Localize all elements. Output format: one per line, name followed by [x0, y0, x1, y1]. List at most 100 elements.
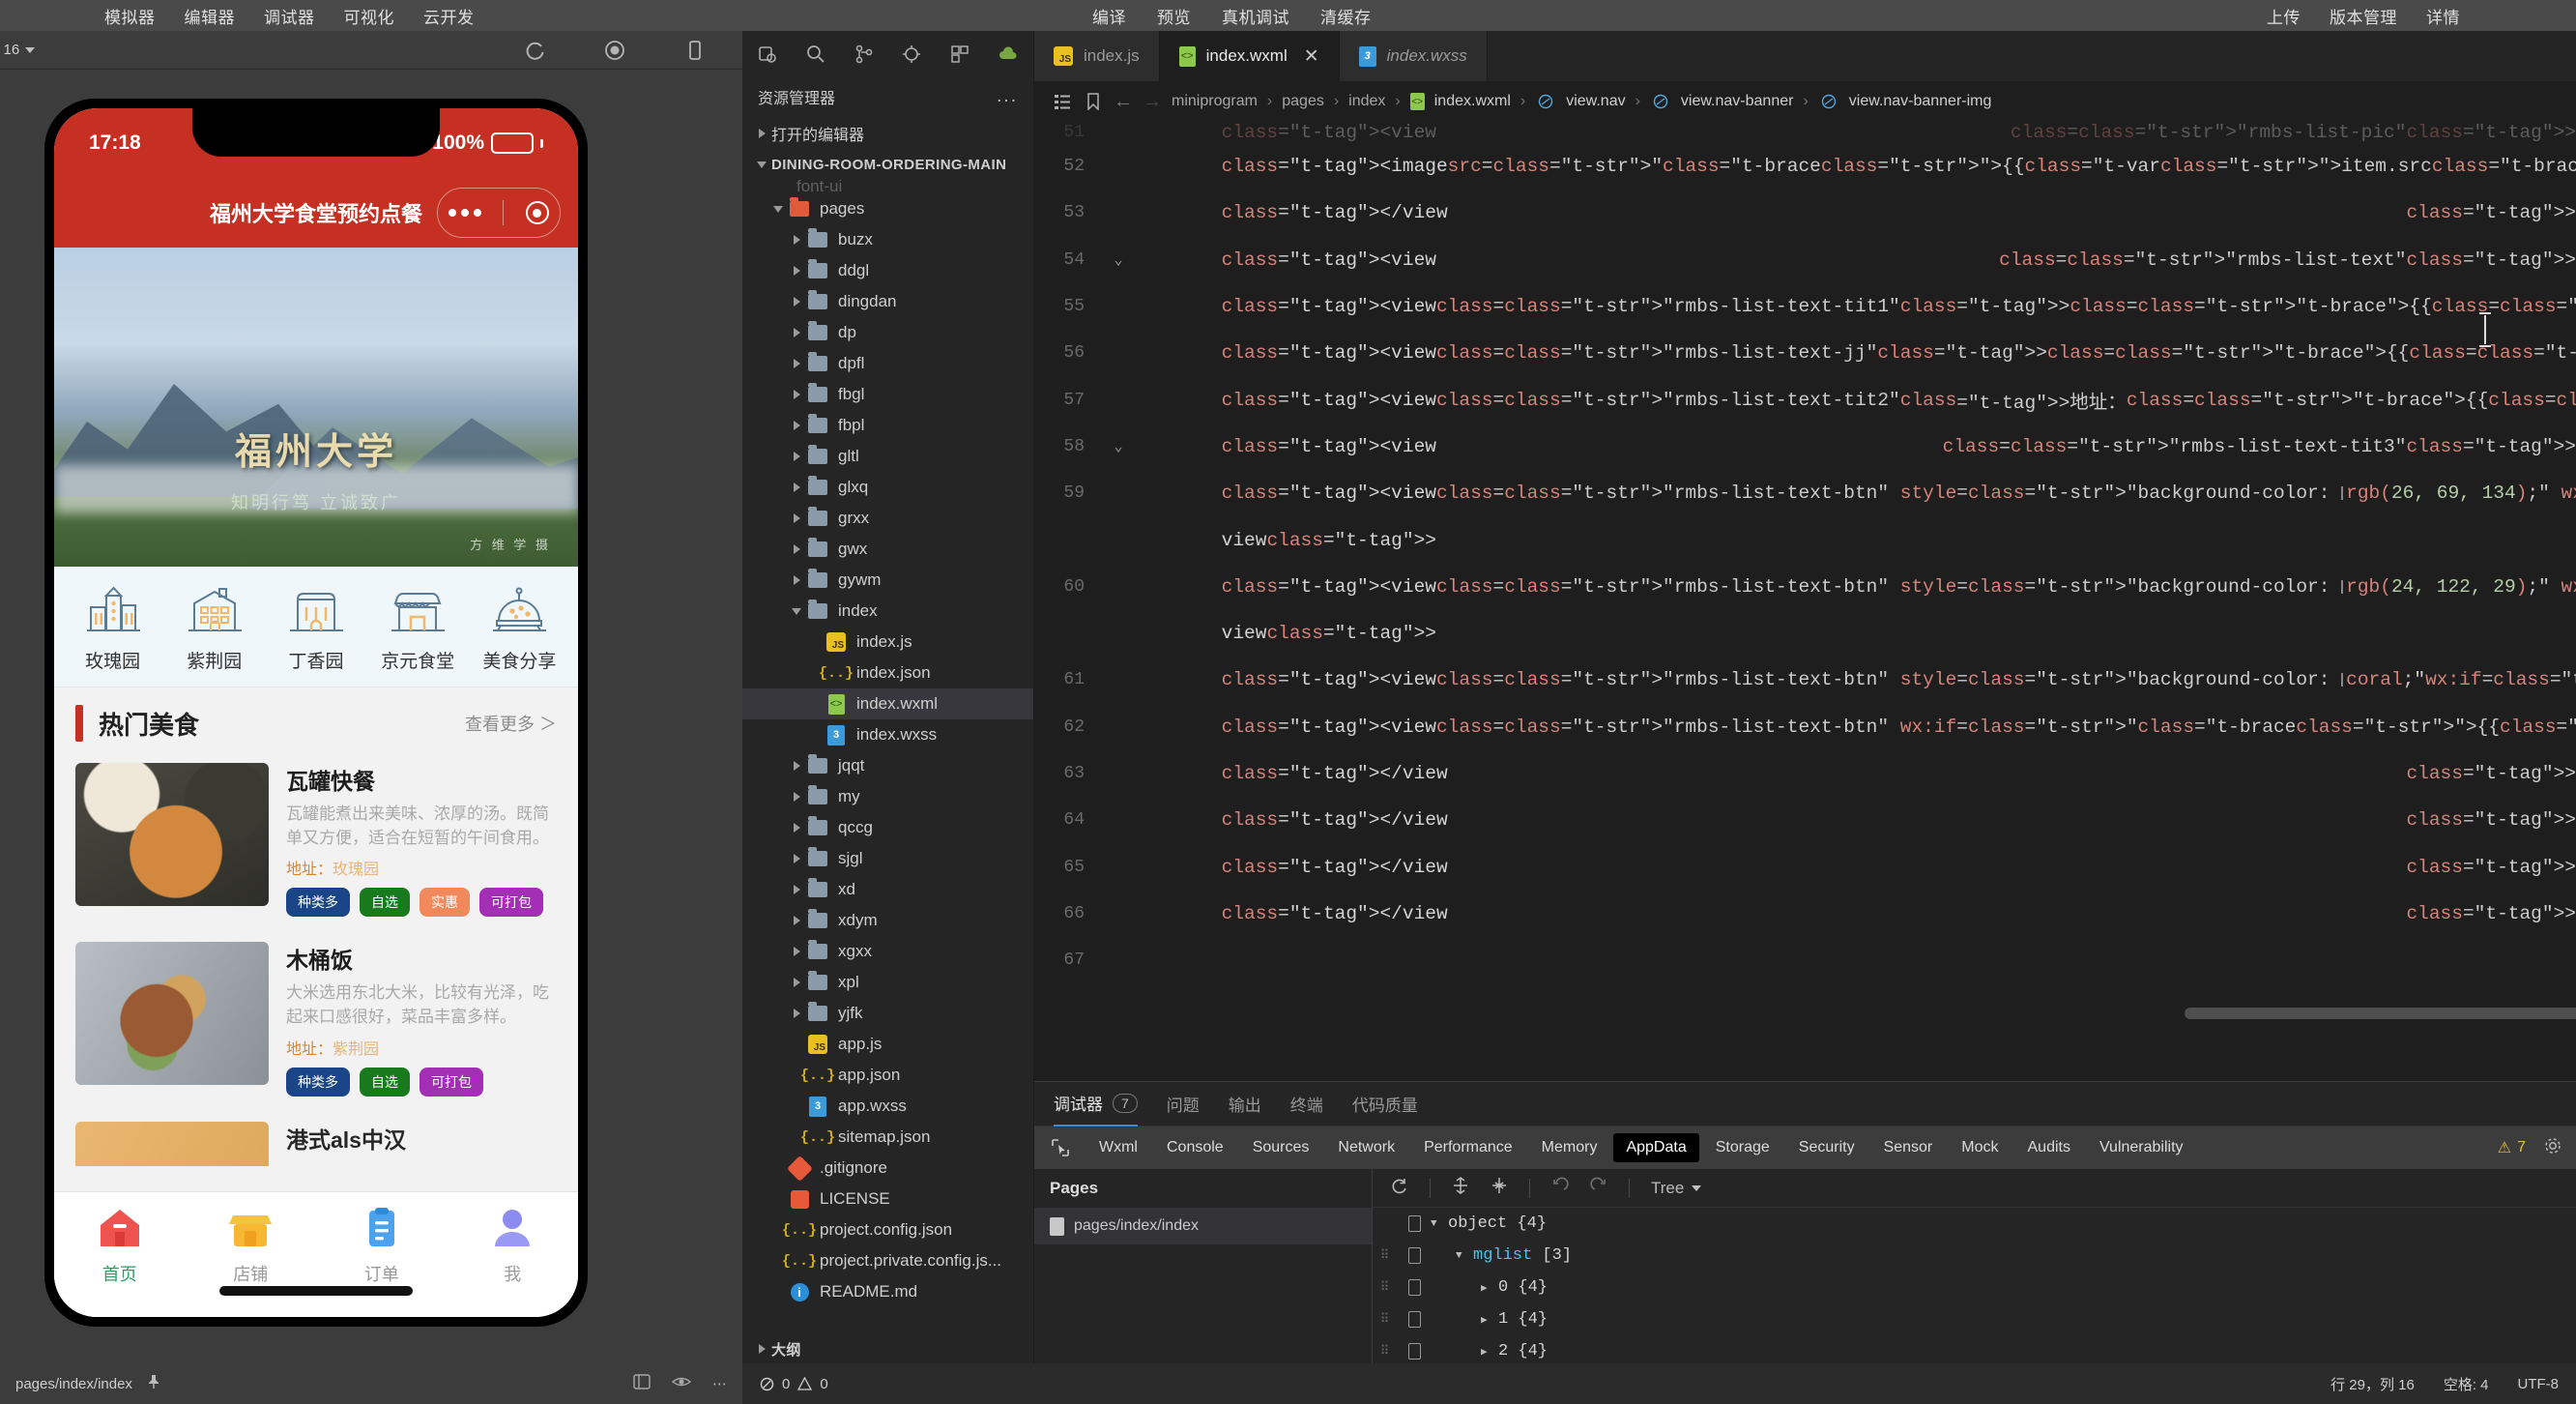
pin-icon[interactable]: [146, 1374, 161, 1393]
chevron-right-icon[interactable]: [787, 1009, 806, 1018]
chevron-right-icon[interactable]: [787, 544, 806, 554]
eye-icon[interactable]: [671, 1373, 692, 1394]
grid-item-meiguiyuan[interactable]: 玫瑰园: [63, 584, 163, 673]
code-area[interactable]: 51 class="t-tag"><view class = class ="t-st…: [1034, 122, 2576, 1027]
tree-item-index-json[interactable]: {..} index.json: [742, 658, 1033, 688]
list-item[interactable]: 木桶饭 大米选用东北大米，比较有光泽，吃起来口感很好，菜品丰富多样。 地址：紫荆…: [54, 932, 578, 1111]
grid-item-meishifenxiang[interactable]: 美食分享: [469, 584, 569, 673]
editor-tab-index-wxss[interactable]: 3 index.wxss: [1339, 31, 1488, 81]
code-line[interactable]: 58 ⌄ class="t-tag"><view class = class ="t-s…: [1034, 424, 2576, 470]
tree-item-yjfk[interactable]: yjfk: [742, 998, 1033, 1029]
chevron-right-icon[interactable]: [787, 823, 806, 833]
code-line[interactable]: 59 class="t-tag"><view class = class ="t-st…: [1034, 470, 2576, 516]
breadcrumb-view-nav-banner[interactable]: view.nav-banner: [1681, 93, 1794, 110]
navigate-back-icon[interactable]: ←: [1114, 91, 1133, 113]
code-line[interactable]: 57 class="t-tag"><view class = class ="t-st…: [1034, 376, 2576, 423]
tree-item-gwx[interactable]: gwx: [742, 534, 1033, 565]
chevron-right-icon[interactable]: [787, 513, 806, 523]
expand-toggle-icon[interactable]: ▶: [1481, 1313, 1498, 1327]
view-more-link[interactable]: 查看更多 ＞: [465, 711, 557, 736]
tree-item-dpfl[interactable]: dpfl: [742, 348, 1033, 379]
open-editors-section[interactable]: 打开的编辑器: [742, 118, 1033, 149]
search-icon[interactable]: [804, 43, 827, 66]
tree-item-app-json[interactable]: {..} app.json: [742, 1060, 1033, 1091]
run-debug-icon[interactable]: [900, 43, 923, 66]
breadcrumb-view-nav-banner-img[interactable]: view.nav-banner-img: [1849, 93, 1992, 110]
breadcrumb-index-wxml[interactable]: index.wxml: [1434, 93, 1511, 110]
tree-item-xdym[interactable]: xdym: [742, 905, 1033, 936]
code-line[interactable]: 51 class="t-tag"><view class = class ="t-st…: [1034, 122, 2576, 143]
outline-section[interactable]: 大纲: [742, 1332, 1033, 1365]
code-line[interactable]: 52 class="t-tag"><image src = class ="t-str…: [1034, 143, 2576, 190]
grid-item-zijingyuan[interactable]: 紫荆园: [164, 584, 265, 673]
fold-toggle-icon[interactable]: ⌄: [1106, 250, 1131, 269]
tree-item-glxq[interactable]: glxq: [742, 472, 1033, 503]
code-line[interactable]: 66 class="t-tag"></view class ="t-tag">>: [1034, 891, 2576, 937]
wechat-capsule-button[interactable]: [437, 188, 561, 238]
expand-icon[interactable]: [1452, 1177, 1469, 1199]
chevron-right-icon[interactable]: [787, 854, 806, 863]
chevron-right-icon[interactable]: [787, 235, 806, 245]
extensions-icon[interactable]: [948, 43, 971, 66]
chevron-right-icon[interactable]: [787, 328, 806, 337]
code-line[interactable]: 54 ⌄ class="t-tag"><view class = class ="t-s…: [1034, 237, 2576, 283]
refresh-icon[interactable]: [1390, 1177, 1408, 1200]
zoom-selector[interactable]: % 16: [0, 42, 36, 58]
tree-item-qccg[interactable]: qccg: [742, 812, 1033, 843]
devtab-console[interactable]: Console: [1154, 1133, 1236, 1162]
devtab-performance[interactable]: Performance: [1411, 1133, 1525, 1162]
tree-item-buzx[interactable]: buzx: [742, 224, 1033, 255]
tree-item-my[interactable]: my: [742, 781, 1033, 812]
chevron-right-icon[interactable]: [787, 297, 806, 307]
chevron-right-icon[interactable]: [787, 390, 806, 399]
code-line[interactable]: 61 class="t-tag"><view class = class ="t-st…: [1034, 657, 2576, 703]
tree-item-gywm[interactable]: gywm: [742, 565, 1033, 596]
appdata-row[interactable]: ▼ object {4}: [1373, 1208, 2576, 1240]
horizontal-scrollbar[interactable]: [2185, 1008, 2576, 1019]
tree-item-ddgl[interactable]: ddgl: [742, 255, 1033, 286]
tree-item-license[interactable]: LICENSE: [742, 1184, 1033, 1214]
tab-code-quality[interactable]: 代码质量: [1352, 1082, 1418, 1126]
encoding-setting[interactable]: UTF-8: [2518, 1376, 2560, 1392]
save-value-icon[interactable]: [1398, 1343, 1431, 1360]
tabbar-item-home[interactable]: 首页: [54, 1206, 186, 1286]
code-line[interactable]: 53 class="t-tag"></view class ="t-tag">>: [1034, 190, 2576, 236]
code-line[interactable]: 63 class="t-tag"></view class ="t-tag">>: [1034, 750, 2576, 797]
menu-debugger[interactable]: 调试器: [264, 4, 315, 28]
tree-item-readme-md[interactable]: i README.md: [742, 1276, 1033, 1307]
tree-item-app-wxss[interactable]: 3 app.wxss: [742, 1091, 1033, 1122]
tree-item-xd[interactable]: xd: [742, 874, 1033, 905]
save-value-icon[interactable]: [1398, 1311, 1431, 1328]
breadcrumb-miniprogram[interactable]: miniprogram: [1172, 93, 1258, 110]
phone-icon[interactable]: [682, 38, 708, 63]
menu-editor[interactable]: 编辑器: [185, 4, 236, 28]
menu-cloud-dev[interactable]: 云开发: [423, 4, 475, 28]
refresh-icon[interactable]: [522, 38, 547, 63]
problems-indicator[interactable]: 0 0: [760, 1376, 828, 1392]
appdata-row[interactable]: ⠿ ▶ 0 {4}: [1373, 1272, 2576, 1303]
tree-item-app-js[interactable]: JS app.js: [742, 1029, 1033, 1060]
code-line[interactable]: 62 class="t-tag"><view class = class ="t-st…: [1034, 704, 2576, 750]
redo-icon[interactable]: [1590, 1177, 1607, 1199]
tree-item-jqqt[interactable]: jqqt: [742, 750, 1033, 781]
save-value-icon[interactable]: [1398, 1279, 1431, 1296]
drag-handle-icon[interactable]: ⠿: [1373, 1280, 1398, 1295]
menu-compile[interactable]: 编译: [1092, 4, 1126, 28]
devtab-storage[interactable]: Storage: [1703, 1133, 1782, 1162]
close-icon[interactable]: ✕: [1304, 45, 1319, 68]
search-files-icon[interactable]: [756, 43, 779, 66]
tree-item-gltl[interactable]: gltl: [742, 441, 1033, 472]
navigate-forward-icon[interactable]: →: [1143, 91, 1162, 113]
banner-image[interactable]: 福州大学 知明行笃 立诚致广 方 维 学 摄: [54, 248, 578, 567]
indent-setting[interactable]: 空格: 4: [2444, 1374, 2489, 1394]
expand-toggle-icon[interactable]: ▼: [1431, 1218, 1448, 1230]
tree-item-xgxx[interactable]: xgxx: [742, 936, 1033, 967]
page-list-item[interactable]: pages/index/index: [1034, 1208, 1372, 1244]
devtab-wxml[interactable]: Wxml: [1086, 1133, 1150, 1162]
chevron-right-icon[interactable]: [787, 792, 806, 802]
chevron-right-icon[interactable]: [787, 359, 806, 368]
code-line[interactable]: 64 class="t-tag"></view class ="t-tag">>: [1034, 797, 2576, 843]
chevron-right-icon[interactable]: [787, 885, 806, 894]
tree-item-index-js[interactable]: JS index.js: [742, 627, 1033, 658]
devtab-mock[interactable]: Mock: [1949, 1133, 2011, 1162]
